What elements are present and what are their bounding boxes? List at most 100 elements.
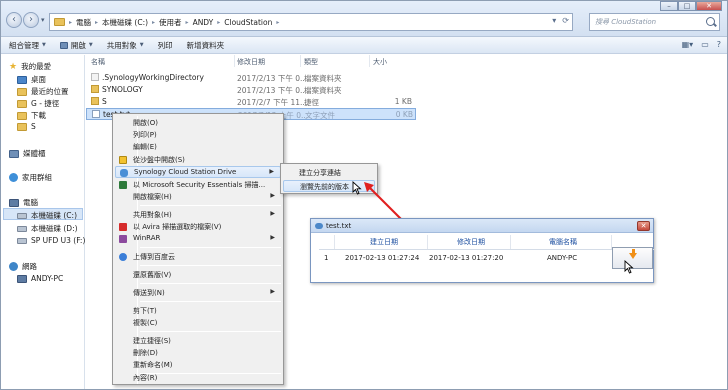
file-name: SYNOLOGY <box>102 85 143 94</box>
mouse-cursor-icon <box>624 260 634 274</box>
file-type: 檔案資料夾 <box>304 86 342 95</box>
menu-item-mse-scan[interactable]: 以 Microsoft Security Essentials 掃描... <box>115 179 281 191</box>
maximize-button[interactable]: □ <box>678 1 696 11</box>
menu-item-properties[interactable]: 內容(R) <box>115 372 281 384</box>
help-icon[interactable]: ? <box>717 40 721 49</box>
submenu-arrow-icon: ▶ <box>270 210 275 217</box>
column-divider[interactable] <box>300 55 301 67</box>
nav-drive-c[interactable]: 本機磁碟 (C:) <box>17 210 77 221</box>
view-options-icon[interactable]: ▦▾ <box>682 40 694 49</box>
computer-icon <box>17 274 27 283</box>
breadcrumb-andy[interactable]: ANDY <box>193 18 214 27</box>
menu-item-synology[interactable]: Synology Cloud Station Drive ▶ <box>115 166 281 178</box>
column-header-created: 建立日期 <box>370 238 398 246</box>
file-type: 檔案資料夾 <box>304 74 342 83</box>
share-button[interactable]: 共用對象 ▼ <box>107 40 144 51</box>
forward-button[interactable]: › <box>23 12 39 28</box>
breadcrumb-computer[interactable]: 電腦 <box>76 17 91 28</box>
nav-label: 網路 <box>22 262 37 271</box>
nav-andy-pc[interactable]: ANDY-PC <box>17 274 63 283</box>
network-icon <box>9 262 18 271</box>
back-button[interactable]: ‹ <box>6 12 22 28</box>
search-input[interactable]: 搜尋 CloudStation <box>589 13 720 31</box>
menu-item-create-share-link[interactable]: 建立分享連結 <box>283 167 375 179</box>
close-button[interactable]: ✕ <box>696 1 722 11</box>
version-created: 2017-02-13 01:27:24 <box>345 254 420 262</box>
nav-network[interactable]: 網路 <box>9 261 37 272</box>
column-divider[interactable] <box>369 55 370 67</box>
nav-favorites[interactable]: ★ 我的最愛 <box>9 61 51 72</box>
breadcrumb-drive-c[interactable]: 本機磁碟 (C:) <box>102 17 148 28</box>
nav-downloads[interactable]: 下載 <box>17 110 46 121</box>
menu-label: 剪下(T) <box>133 307 157 315</box>
command-bar: 組合管理 ▼ 開啟 ▼ 共用對象 ▼ 列印 新增資料夾 ▦▾ ▭ ? <box>1 37 727 54</box>
file-date: 2017/2/13 下午 0... <box>237 86 308 95</box>
minimize-button[interactable]: – <box>660 1 678 11</box>
menu-item-copy[interactable]: 複製(C) <box>115 317 281 329</box>
previous-versions-dialog: test.txt ✕ 建立日期 修改日期 電腦名稱 1 2017-02-13 0… <box>310 218 654 283</box>
menu-item-upload-baidu[interactable]: 上傳到百度云 <box>115 251 281 263</box>
menu-item-sandbox[interactable]: 從沙盤中開啟(S) <box>115 154 281 166</box>
menu-item-edit[interactable]: 編輯(E) <box>115 141 281 153</box>
address-row: ‹ › ▾ ▸ 電腦 ▸ 本機磁碟 (C:) ▸ 使用者 ▸ ANDY ▸ Cl… <box>1 1 727 37</box>
nav-label: G - 捷徑 <box>31 99 60 108</box>
chevron-down-icon: ▼ <box>139 42 144 48</box>
column-header-name[interactable]: 名稱 <box>91 57 105 67</box>
folder-icon <box>91 73 99 81</box>
print-button[interactable]: 列印 <box>158 40 173 51</box>
menu-item-open-with[interactable]: 開啟檔案(H) ▶ <box>115 191 281 203</box>
menu-item-create-shortcut[interactable]: 建立捷徑(S) <box>115 335 281 347</box>
file-row[interactable]: SYNOLOGY 2017/2/13 下午 0... 檔案資料夾 <box>86 84 416 96</box>
preview-pane-icon[interactable]: ▭ <box>701 40 709 49</box>
navigation-pane: ★ 我的最愛 桌面 最近的位置 G - 捷徑 下載 S 媒體櫃 家用群組 電腦 本… <box>1 55 85 389</box>
organize-button[interactable]: 組合管理 ▼ <box>9 40 46 51</box>
nav-drive-d[interactable]: 本機磁碟 (D:) <box>17 223 78 234</box>
column-header-modified: 修改日期 <box>457 238 485 246</box>
recent-pages-dropdown-icon[interactable]: ▾ <box>41 16 45 24</box>
nav-recent[interactable]: 最近的位置 <box>17 86 69 97</box>
nav-drive-f[interactable]: SP UFD U3 (F:) <box>17 236 85 245</box>
menu-item-cut[interactable]: 剪下(T) <box>115 305 281 317</box>
menu-separator <box>140 301 281 302</box>
menu-label: 建立分享連結 <box>299 169 341 177</box>
breadcrumb-users[interactable]: 使用者 <box>159 17 182 28</box>
menu-item-send-to[interactable]: 傳送到(N) ▶ <box>115 287 281 299</box>
nav-computer[interactable]: 電腦 <box>9 197 38 208</box>
version-modified: 2017-02-13 01:27:20 <box>429 254 504 262</box>
open-button[interactable]: 開啟 ▼ <box>59 40 93 51</box>
nav-label: 桌面 <box>31 75 46 84</box>
synology-cloud-icon <box>120 169 128 177</box>
menu-item-open[interactable]: 開啟(O) <box>115 117 281 129</box>
nav-homegroup[interactable]: 家用群組 <box>9 172 52 183</box>
menu-item-print[interactable]: 列印(P) <box>115 129 281 141</box>
mse-shield-icon <box>119 181 127 189</box>
file-row[interactable]: S 2017/2/7 下午 11... 捷徑 1 KB <box>86 96 416 108</box>
sandbox-icon <box>119 156 127 164</box>
column-header-size[interactable]: 大小 <box>373 57 387 67</box>
nav-desktop[interactable]: 桌面 <box>17 74 46 85</box>
menu-item-delete[interactable]: 刪除(D) <box>115 347 281 359</box>
nav-s[interactable]: S <box>17 122 36 131</box>
nav-libraries[interactable]: 媒體櫃 <box>9 148 46 159</box>
menu-item-avira[interactable]: 以 Avira 掃描選取的檔案(V) <box>115 221 281 233</box>
column-header-date[interactable]: 修改日期 <box>237 57 265 67</box>
dialog-close-button[interactable]: ✕ <box>637 221 650 231</box>
nav-g-shortcut[interactable]: G - 捷徑 <box>17 98 59 109</box>
new-folder-button[interactable]: 新增資料夾 <box>187 40 225 51</box>
menu-item-restore-versions[interactable]: 還原舊版(V) <box>115 269 281 281</box>
menu-item-share[interactable]: 共用對象(H) ▶ <box>115 209 281 221</box>
address-dropdown-icon[interactable]: ▾ <box>552 16 556 25</box>
share-label: 共用對象 <box>106 40 137 50</box>
new-folder-label: 新增資料夾 <box>186 40 225 50</box>
file-row[interactable]: .SynologyWorkingDirectory 2017/2/13 下午 0… <box>86 72 416 84</box>
menu-item-winrar[interactable]: WinRAR ▶ <box>115 233 281 245</box>
column-header-type[interactable]: 類型 <box>304 57 318 67</box>
computer-icon <box>9 198 19 207</box>
downloads-icon <box>17 111 27 120</box>
address-bar[interactable]: ▸ 電腦 ▸ 本機磁碟 (C:) ▸ 使用者 ▸ ANDY ▸ CloudSta… <box>49 13 573 31</box>
open-label: 開啟 <box>70 40 86 50</box>
menu-item-rename[interactable]: 重新命名(M) <box>115 359 281 371</box>
refresh-icon[interactable]: ⟳ <box>562 16 569 25</box>
column-divider[interactable] <box>234 55 235 67</box>
breadcrumb-cloudstation[interactable]: CloudStation <box>224 18 272 27</box>
